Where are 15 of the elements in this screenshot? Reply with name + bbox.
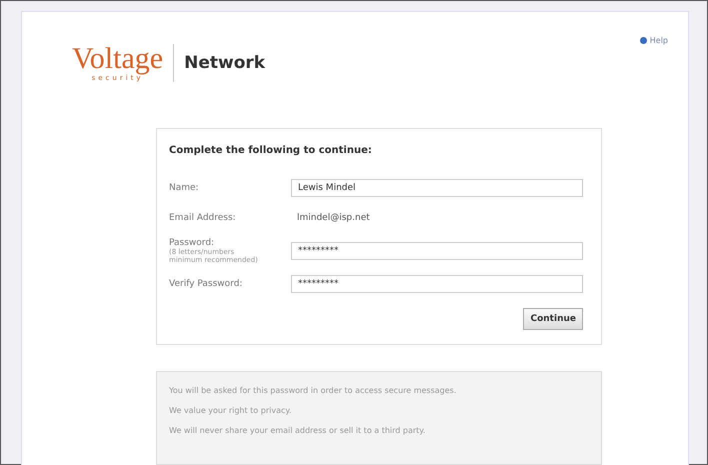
product-name: Network bbox=[184, 53, 266, 73]
note-text: We value your right to privacy. bbox=[169, 406, 293, 415]
field-label: Verify Password: bbox=[169, 279, 244, 289]
note-text: You will be asked for this password in order to access secure messages. bbox=[169, 386, 458, 395]
form-heading: Complete the following to continue: bbox=[169, 145, 373, 156]
field-label: Name: bbox=[169, 183, 200, 193]
password-field[interactable]: ********* bbox=[291, 242, 583, 260]
continue-button[interactable]: Continue bbox=[523, 308, 583, 330]
field-label: Password: bbox=[169, 238, 216, 248]
email-value: lmindel@isp.net bbox=[296, 213, 371, 223]
field-label: Email Address: bbox=[169, 213, 237, 223]
note-text: We will never share your email address or sell it to a third party. bbox=[169, 426, 426, 435]
password-field[interactable]: ********* bbox=[291, 275, 583, 293]
help-icon bbox=[640, 36, 647, 44]
input-field[interactable]: Lewis Mindel bbox=[291, 179, 583, 197]
